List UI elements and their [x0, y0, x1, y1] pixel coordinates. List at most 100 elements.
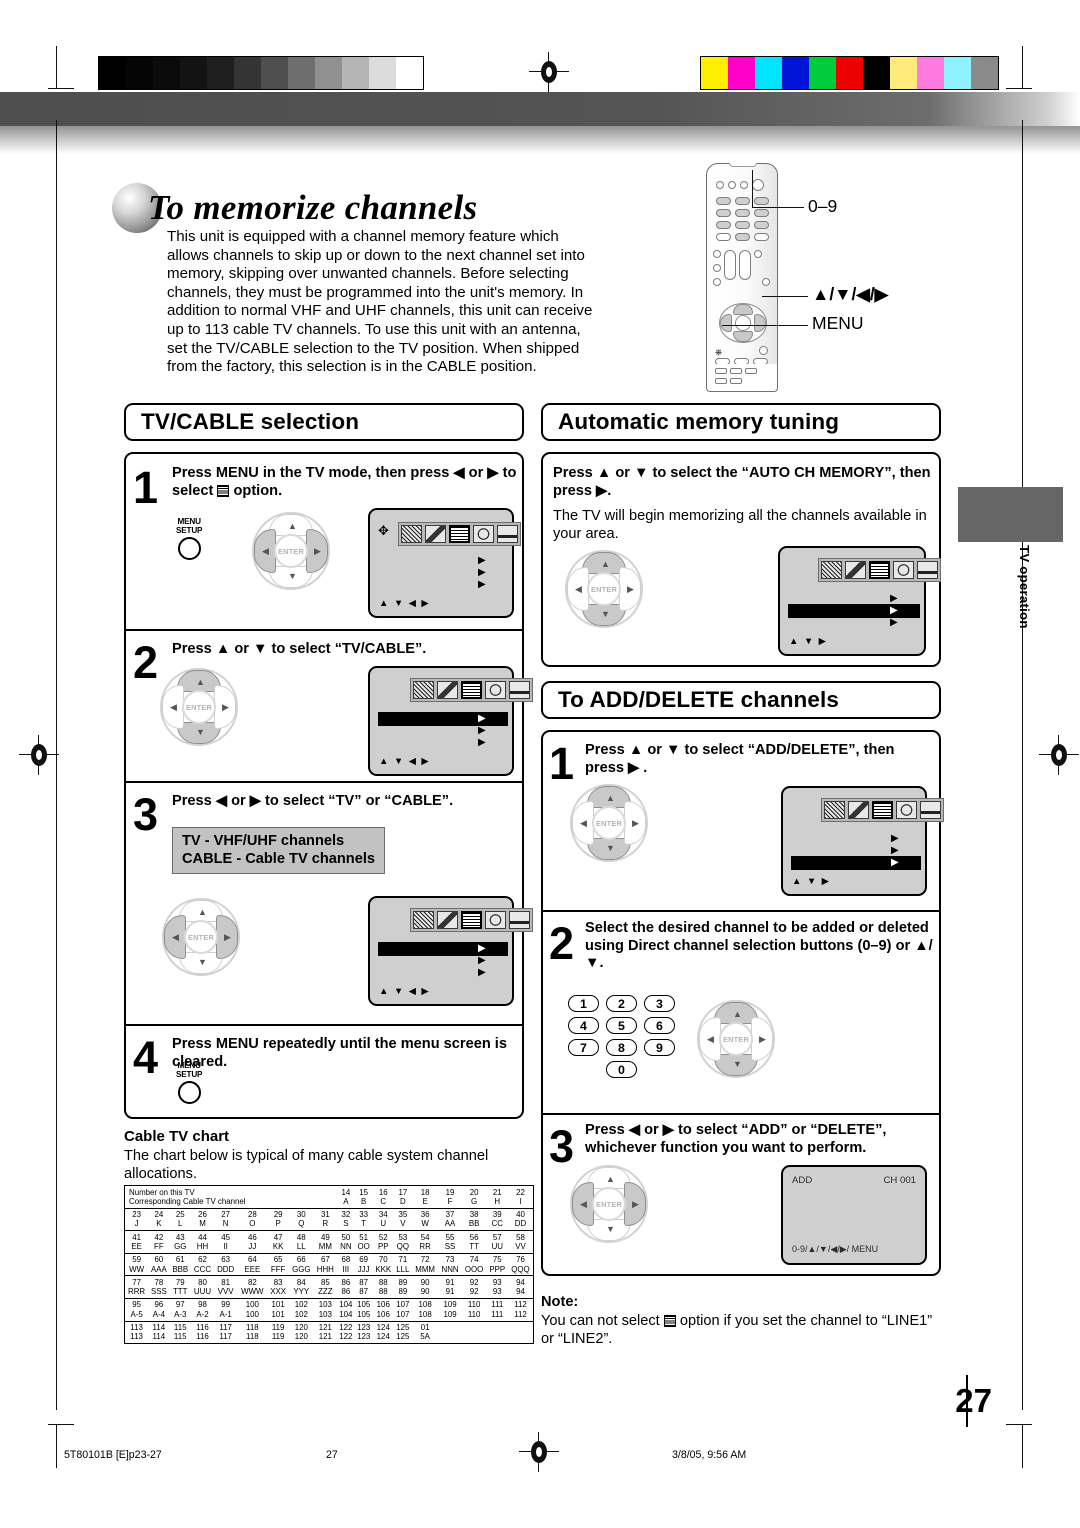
keypad-key-1[interactable]: 1	[568, 995, 599, 1012]
color-patch-5	[836, 57, 863, 89]
chart-cell-cable: E	[422, 1196, 428, 1206]
menu-setup-button-step1[interactable]: MENU SETUP	[176, 517, 203, 561]
chart-cell-tv: 19	[445, 1187, 455, 1197]
dpad-step3[interactable]: ▲ ▼ ◀ ▶ ENTER	[162, 898, 240, 976]
clock-timer-icon	[413, 681, 434, 699]
chart-cell-tv: 114	[148, 1320, 170, 1333]
step-number-4: 4	[133, 1032, 158, 1083]
chart-cell-tv: 99	[214, 1297, 238, 1310]
chart-cell-cable: 92	[469, 1287, 479, 1297]
chart-cell-cable: CCC	[193, 1264, 212, 1274]
dpad-step2[interactable]: ▲ ▼ ◀ ▶ ENTER	[160, 668, 238, 746]
color-calibration-strip	[700, 56, 999, 90]
dpad-enter[interactable]: ENTER	[719, 1022, 753, 1056]
keypad-key-2[interactable]: 2	[606, 995, 637, 1012]
chart-cell-tv: 122	[336, 1320, 355, 1333]
keypad-key-6[interactable]: 6	[644, 1017, 675, 1034]
keypad-key-8[interactable]: 8	[606, 1039, 637, 1056]
chart-cell-tv: 50	[336, 1230, 355, 1242]
color-patch-3	[782, 57, 809, 89]
channel-grid-icon	[449, 525, 470, 543]
dpad-addel-step2[interactable]: ▲ ▼ ◀ ▶ ENTER	[697, 1000, 775, 1078]
chart-cell-tv: 98	[190, 1297, 215, 1310]
chart-cell-cable: A-4	[152, 1309, 165, 1319]
chart-cell-cable: O	[249, 1219, 256, 1229]
chart-cell-cable: KK	[272, 1241, 284, 1251]
remote-side-keys-left2	[713, 278, 721, 286]
chart-label-tv-number: Number on this TV	[129, 1187, 195, 1197]
osd-highlight-row2	[788, 604, 920, 618]
chart-cell-tv: 60	[148, 1252, 170, 1265]
dpad-auto-memory[interactable]: ▲ ▼ ◀ ▶ ENTER	[565, 550, 643, 628]
chart-cell-tv: 104	[336, 1297, 355, 1310]
chart-cell-cable: PPP	[489, 1264, 506, 1274]
dpad-enter[interactable]: ENTER	[592, 806, 626, 840]
remote-numeric-keys-row4	[716, 233, 769, 241]
dpad-enter[interactable]: ENTER	[274, 534, 308, 568]
dpad-addel-step3[interactable]: ▲ ▼ ◀ ▶ ENTER	[570, 1165, 648, 1243]
picture-av-icon	[848, 801, 869, 819]
osd-highlight-row3	[791, 856, 921, 870]
chart-cell-tv: 34	[372, 1207, 394, 1220]
chart-row-tv: Number on this TV 14 15 16 17 18 19 20 21 22	[125, 1186, 533, 1197]
chart-cell-tv: 47	[267, 1230, 289, 1242]
chart-cell-tv: 81	[214, 1275, 238, 1288]
step-number-1: 1	[133, 462, 158, 513]
chart-cell-tv: 74	[461, 1252, 487, 1265]
osd-arrow-row2: ▶	[478, 725, 486, 736]
numeric-keypad[interactable]: 123 456 7890	[568, 995, 675, 1083]
keypad-key-3[interactable]: 3	[644, 995, 675, 1012]
chart-cell-tv: 123	[354, 1320, 373, 1333]
addel-step-1-instruction: Press ▲ or ▼ to select “ADD/DELETE”, the…	[585, 742, 895, 776]
chart-cell-cable: QQQ	[511, 1264, 530, 1274]
remote-numeric-keys-row1	[716, 197, 769, 205]
chart-cell-tv: 102	[288, 1297, 314, 1310]
picture-av-icon	[845, 561, 866, 579]
remote-side-keys-right	[762, 278, 770, 286]
dpad-step1[interactable]: ▲ ▼ ◀ ▶ ENTER	[252, 512, 330, 590]
osd-arrow-row1: ▶	[891, 833, 899, 844]
chart-cell-tv: 77	[125, 1275, 149, 1288]
chart-cell-cable: RRR	[128, 1287, 146, 1297]
registration-target-left	[19, 735, 59, 775]
osd-icon-row	[410, 908, 533, 932]
dpad-enter[interactable]: ENTER	[592, 1187, 626, 1221]
menu-setup-button-step4[interactable]: MENU SETUP	[176, 1061, 203, 1105]
chart-cell-tv: 103	[313, 1297, 337, 1310]
keypad-key-4[interactable]: 4	[568, 1017, 599, 1034]
chart-cell-cable: 5A	[420, 1332, 430, 1342]
chart-cell-cable: NN	[340, 1241, 352, 1251]
keypad-key-5[interactable]: 5	[606, 1017, 637, 1034]
crop-mark-bottom-left-h	[48, 1424, 74, 1425]
chart-row-tv: 95 96 97 98 99 100 101 102 103 104 105 106 107 108 109…	[125, 1297, 533, 1310]
dpad-enter[interactable]: ENTER	[182, 690, 216, 724]
chart-cell-cable: NNN	[441, 1264, 459, 1274]
osd-hint-step1: ▲ ▼ ◀ ▶	[379, 598, 431, 609]
keypad-key-9[interactable]: 9	[644, 1039, 675, 1056]
chart-row-tv: 77 78 79 80 81 82 83 84 85 86 87 88 89 90 91 92 93 94	[125, 1275, 533, 1288]
dpad-addel-step1[interactable]: ▲ ▼ ◀ ▶ ENTER	[570, 784, 648, 862]
chart-row-cable: Corresponding Cable TV channel A B C D E F G H I	[125, 1197, 533, 1208]
chart-cell-tv: 36	[411, 1207, 439, 1220]
menu-setup-label-line2: SETUP	[176, 525, 203, 535]
dpad-enter[interactable]: ENTER	[184, 920, 218, 954]
chart-cell-tv: 85	[313, 1275, 337, 1288]
grayscale-patch-4	[207, 57, 234, 89]
chart-cell-cable: MMM	[415, 1264, 435, 1274]
registration-target-bottom	[519, 1432, 559, 1472]
chart-cell-cable: A-1	[219, 1309, 232, 1319]
section-heading-tv-cable: TV/CABLE selection	[124, 403, 524, 441]
chart-cell-cable: C	[380, 1196, 387, 1206]
keypad-key-7[interactable]: 7	[568, 1039, 599, 1056]
chart-cell-cable: DDD	[217, 1264, 235, 1274]
osd-hint-step2: ▲ ▼ ◀ ▶	[379, 756, 431, 767]
chart-cell-tv: 78	[148, 1275, 170, 1288]
chart-cell-tv: 121	[313, 1320, 337, 1333]
four-way-cursor-icon: ✥	[378, 523, 389, 538]
remote-label-numeric: 0–9	[808, 196, 838, 216]
keypad-key-0[interactable]: 0	[606, 1061, 637, 1078]
dpad-enter[interactable]: ENTER	[587, 572, 621, 606]
chart-cell-cable: AA	[444, 1219, 456, 1229]
page-number: 27	[955, 1382, 992, 1419]
chart-cell-cable: TTT	[172, 1287, 188, 1297]
